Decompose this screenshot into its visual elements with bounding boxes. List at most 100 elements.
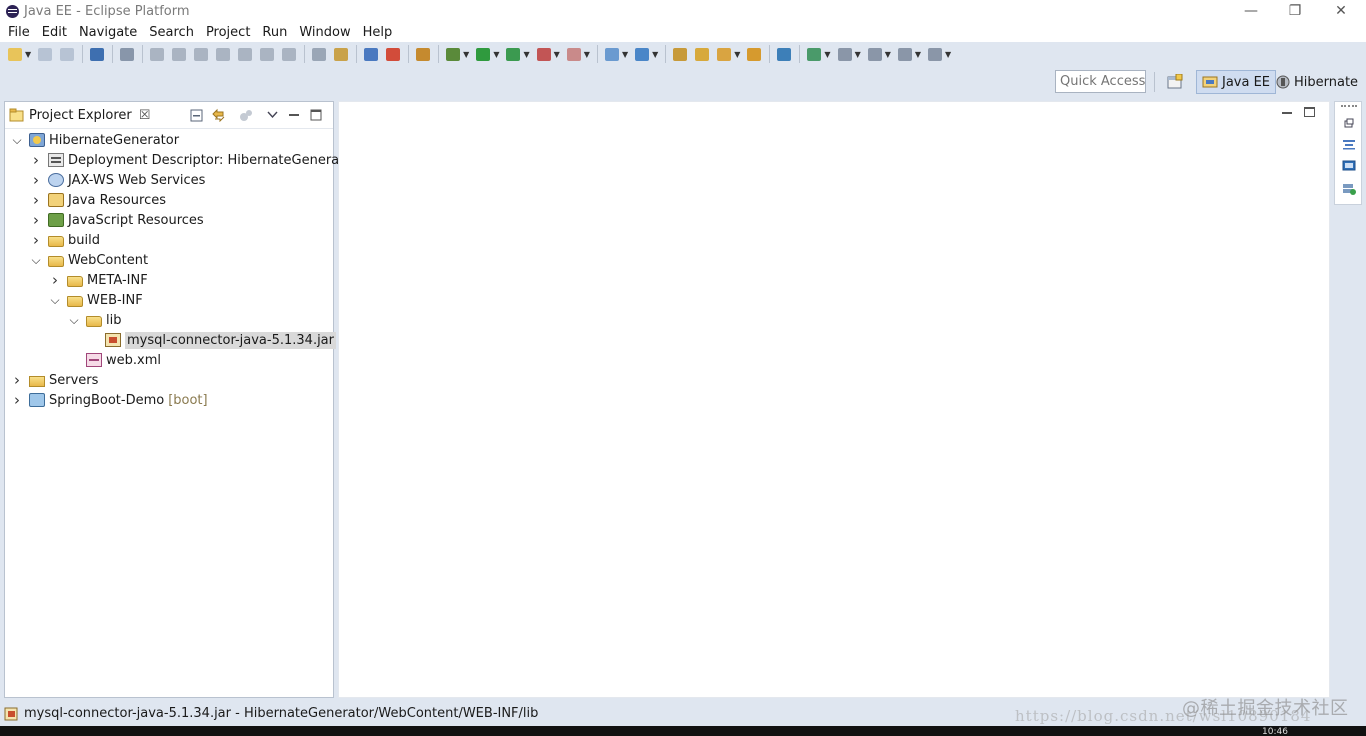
chevron-down-icon[interactable]: ⌵ (11, 133, 23, 147)
tree-item[interactable]: ⌵ HibernateGenerator (11, 130, 179, 150)
dropdown-arrow-icon[interactable]: ▼ (554, 50, 560, 59)
chevron-right-icon[interactable]: › (30, 191, 42, 209)
chevron-right-icon[interactable]: › (30, 151, 42, 169)
chevron-down-icon[interactable]: ⌵ (49, 293, 61, 307)
dropdown-arrow-icon[interactable]: ▼ (945, 50, 951, 59)
tree-item[interactable]: › Deployment Descriptor: HibernateGenerat… (30, 150, 358, 170)
menu-window[interactable]: Window (293, 25, 356, 40)
minimize-view-button[interactable] (285, 107, 303, 123)
open-folder-button[interactable] (693, 45, 711, 63)
perspective-hibernate[interactable]: Hibernate (1271, 70, 1363, 94)
maximize-view-button[interactable] (307, 107, 325, 123)
tree-item[interactable]: ⌵ WebContent (30, 250, 148, 270)
back-button[interactable] (896, 45, 914, 63)
view-menu-button[interactable] (263, 107, 281, 123)
previous-edit-button[interactable] (866, 45, 884, 63)
link-with-editor-button[interactable] (209, 107, 227, 123)
external-tools-button[interactable] (535, 45, 553, 63)
new-class-button[interactable] (633, 45, 651, 63)
chevron-right-icon[interactable]: › (30, 211, 42, 229)
toggle-mark-occurrences-button[interactable] (362, 45, 380, 63)
step-into-button[interactable] (236, 45, 254, 63)
dropdown-arrow-icon[interactable]: ▼ (915, 50, 921, 59)
menu-file[interactable]: File (2, 25, 36, 40)
servers-view-button[interactable] (1342, 182, 1356, 195)
collapse-all-button[interactable] (187, 107, 205, 123)
open-browser-button[interactable] (384, 45, 402, 63)
coverage-button[interactable] (504, 45, 522, 63)
menu-project[interactable]: Project (200, 25, 256, 40)
open-perspective-button[interactable] (1166, 73, 1184, 91)
outline-view-button[interactable] (1342, 137, 1356, 150)
step-return-button[interactable] (280, 45, 298, 63)
open-task-button[interactable] (414, 45, 432, 63)
menu-search[interactable]: Search (143, 25, 200, 40)
perspective-java-ee[interactable]: Java EE (1196, 70, 1277, 94)
close-view-icon[interactable]: ☒ (139, 108, 151, 123)
editor-maximize-button[interactable] (1304, 107, 1315, 117)
tree-item[interactable]: › JavaScript Resources (30, 210, 204, 230)
menu-help[interactable]: Help (357, 25, 399, 40)
search-button[interactable] (715, 45, 733, 63)
tree-item[interactable]: › Servers (11, 370, 98, 390)
chevron-right-icon[interactable]: › (49, 271, 61, 289)
focus-on-working-set-button[interactable] (237, 107, 255, 123)
annotation-button[interactable] (805, 45, 823, 63)
quick-access-input[interactable] (1055, 70, 1146, 93)
restore-trim-button[interactable] (1342, 116, 1356, 129)
tree-item[interactable]: mysql-connector-java-5.1.34.jar (87, 330, 336, 350)
next-annotation-button[interactable] (836, 45, 854, 63)
dropdown-arrow-icon[interactable]: ▼ (584, 50, 590, 59)
tree-item[interactable]: › build (30, 230, 100, 250)
dropdown-arrow-icon[interactable]: ▼ (652, 50, 658, 59)
debug-button[interactable] (444, 45, 462, 63)
dropdown-arrow-icon[interactable]: ▼ (25, 50, 31, 59)
suspend-button[interactable] (170, 45, 188, 63)
chevron-right-icon[interactable]: › (11, 371, 23, 389)
new-wizard-button[interactable] (6, 45, 24, 63)
disconnect-button[interactable] (214, 45, 232, 63)
minimize-button[interactable]: — (1228, 0, 1274, 22)
dropdown-arrow-icon[interactable]: ▼ (622, 50, 628, 59)
skip-breakpoints-button[interactable] (118, 45, 136, 63)
dropdown-arrow-icon[interactable]: ▼ (824, 50, 830, 59)
close-window-button[interactable]: ✕ (1318, 0, 1364, 22)
menu-edit[interactable]: Edit (36, 25, 73, 40)
globe-button[interactable] (775, 45, 793, 63)
save-all-button[interactable] (58, 45, 76, 63)
run-button[interactable] (474, 45, 492, 63)
terminate-button[interactable] (192, 45, 210, 63)
dropdown-arrow-icon[interactable]: ▼ (885, 50, 891, 59)
tree-item[interactable]: web.xml (68, 350, 161, 370)
restore-button[interactable]: ❐ (1272, 0, 1318, 22)
forward-button[interactable] (926, 45, 944, 63)
console-view-button[interactable] (1342, 159, 1356, 172)
tree-item[interactable]: ⌵ WEB-INF (49, 290, 142, 310)
dropdown-arrow-icon[interactable]: ▼ (463, 50, 469, 59)
menu-run[interactable]: Run (256, 25, 293, 40)
server-button[interactable] (565, 45, 583, 63)
tree-item[interactable]: › JAX-WS Web Services (30, 170, 205, 190)
step-over-button[interactable] (258, 45, 276, 63)
menu-navigate[interactable]: Navigate (73, 25, 143, 40)
save-button[interactable] (36, 45, 54, 63)
tree-item[interactable]: ⌵ lib (68, 310, 121, 330)
chevron-down-icon[interactable]: ⌵ (68, 313, 80, 327)
chevron-down-icon[interactable]: ⌵ (30, 253, 42, 267)
dropdown-arrow-icon[interactable]: ▼ (734, 50, 740, 59)
use-step-filters-button[interactable] (310, 45, 328, 63)
drop-to-frame-button[interactable] (332, 45, 350, 63)
dropdown-arrow-icon[interactable]: ▼ (855, 50, 861, 59)
editor-minimize-button[interactable] (1281, 106, 1293, 118)
chevron-right-icon[interactable]: › (11, 391, 23, 409)
chevron-right-icon[interactable]: › (30, 231, 42, 249)
tab-project-explorer[interactable]: Project Explorer ☒ (5, 102, 150, 129)
open-type-button[interactable] (671, 45, 689, 63)
open-resource-button[interactable] (745, 45, 763, 63)
dropdown-arrow-icon[interactable]: ▼ (523, 50, 529, 59)
dropdown-arrow-icon[interactable]: ▼ (493, 50, 499, 59)
terminal-button[interactable] (88, 45, 106, 63)
new-java-project-button[interactable] (603, 45, 621, 63)
tree-item[interactable]: › SpringBoot-Demo [boot] (11, 390, 208, 410)
tree-item[interactable]: › META-INF (49, 270, 148, 290)
